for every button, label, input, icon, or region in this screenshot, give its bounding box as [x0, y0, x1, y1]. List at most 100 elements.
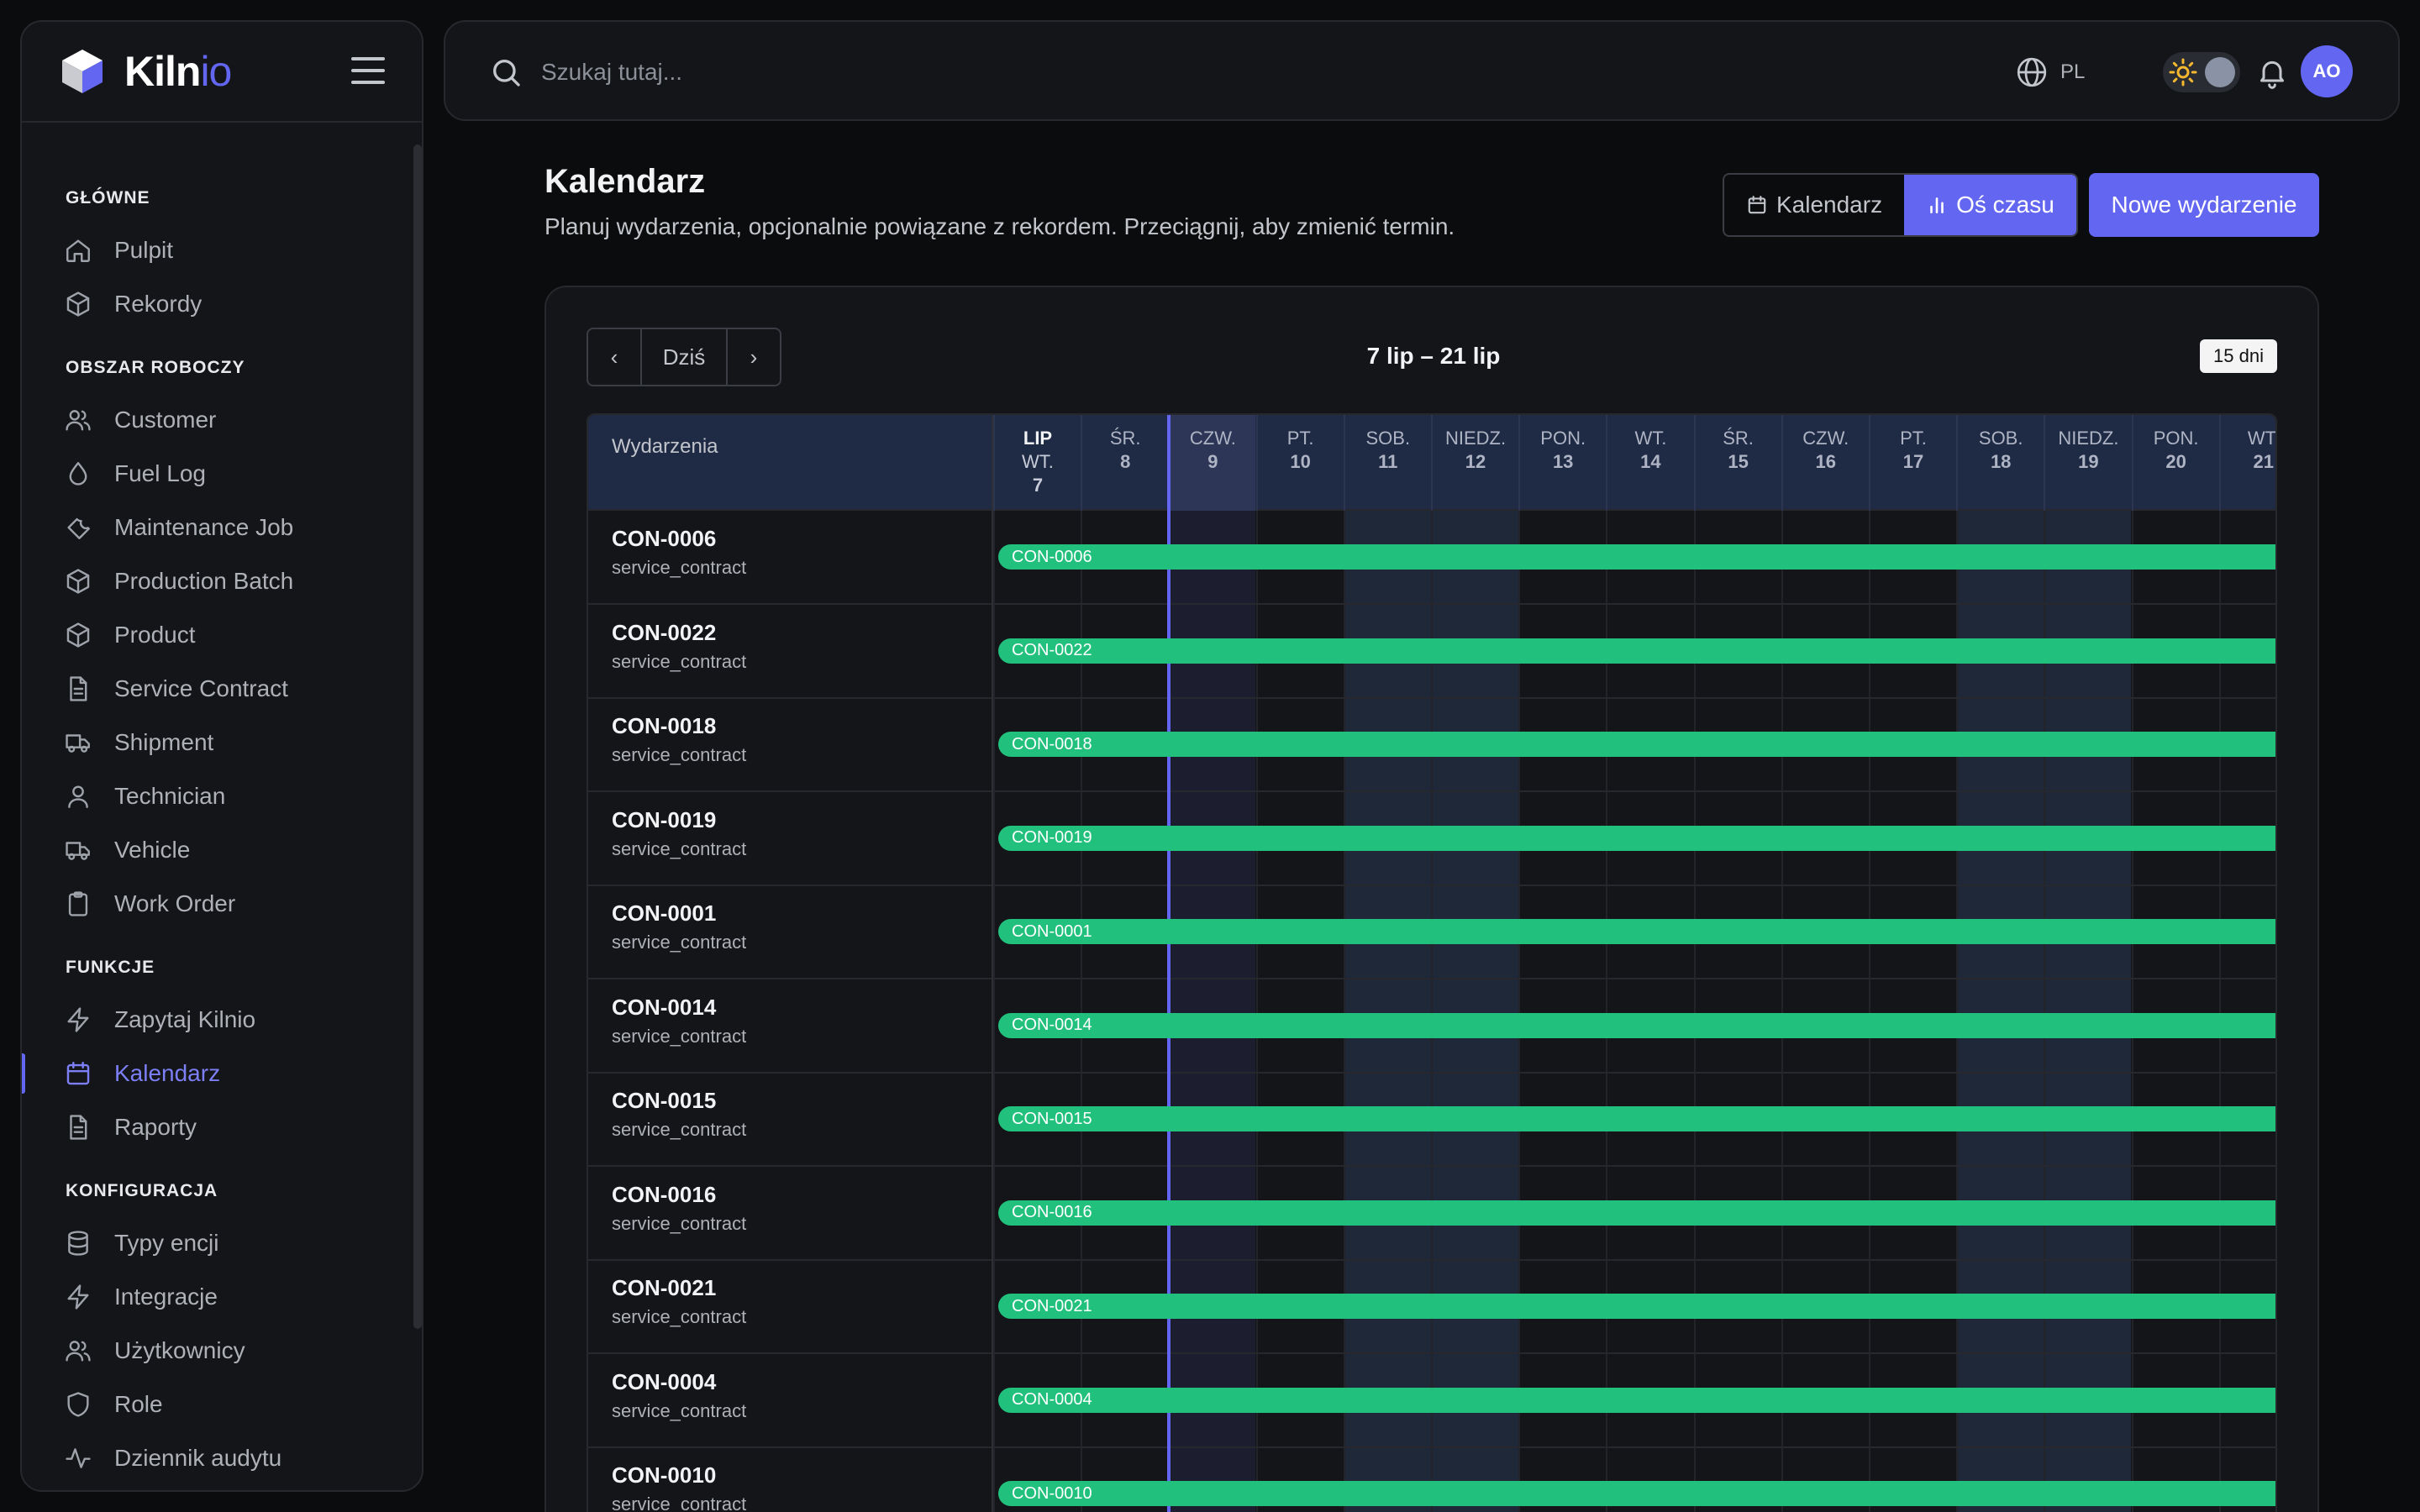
event-row-label[interactable]: CON-0006 service_contract: [612, 526, 746, 579]
event-row-label[interactable]: CON-0015 service_contract: [612, 1088, 746, 1141]
sun-icon: [2169, 58, 2197, 87]
event-row-label[interactable]: CON-0022 service_contract: [612, 620, 746, 673]
event-bar[interactable]: CON-0004: [998, 1387, 2275, 1413]
day-number-label: 12: [1465, 451, 1486, 472]
language-switcher[interactable]: PL: [2015, 55, 2085, 89]
event-row-label[interactable]: CON-0010 service_contract: [612, 1462, 746, 1512]
day-header[interactable]: LIP WT. 7: [993, 415, 1081, 511]
sidebar-item-label: Product: [114, 622, 196, 648]
brand-name[interactable]: Kilnio: [124, 47, 232, 96]
event-row-label[interactable]: CON-0004 service_contract: [612, 1369, 746, 1422]
event-bar-label: CON-0016: [1012, 1203, 1092, 1221]
sidebar-item-zapytaj-kilnio[interactable]: Zapytaj Kilnio: [22, 993, 408, 1047]
event-bar[interactable]: CON-0010: [998, 1481, 2275, 1506]
sidebar-item-technician[interactable]: Technician: [22, 769, 408, 823]
sidebar-item-production-batch[interactable]: Production Batch: [22, 554, 408, 608]
event-title: CON-0015: [612, 1088, 717, 1113]
day-header[interactable]: SOB. 18: [1956, 415, 2044, 511]
brand: Kilnio: [22, 22, 422, 123]
day-header[interactable]: CZW. 16: [1781, 415, 1869, 511]
sidebar-item-label: Work Order: [114, 890, 236, 916]
day-of-week-label: CZW.: [1802, 428, 1849, 449]
day-header[interactable]: CZW. 9: [1168, 415, 1256, 511]
event-bar[interactable]: CON-0021: [998, 1294, 2275, 1319]
file-text-icon: [70, 1115, 87, 1140]
search-input[interactable]: [541, 50, 1297, 94]
day-header[interactable]: ŚR. 15: [1693, 415, 1781, 511]
sidebar-item-shipment[interactable]: Shipment: [22, 716, 408, 769]
event-type: service_contract: [612, 1212, 747, 1234]
event-row-label[interactable]: CON-0021 service_contract: [612, 1275, 746, 1328]
sidebar-item-pulpit[interactable]: Pulpit: [22, 223, 408, 277]
calendar-view-button[interactable]: Kalendarz: [1724, 175, 1904, 235]
day-header[interactable]: PT. 17: [1869, 415, 1956, 511]
sidebar-item-integracje[interactable]: Integracje: [22, 1270, 408, 1324]
event-title: CON-0006: [612, 526, 717, 551]
sidebar-item-użytkownicy[interactable]: Użytkownicy: [22, 1324, 408, 1378]
sidebar-item-raporty[interactable]: Raporty: [22, 1100, 408, 1154]
day-header[interactable]: WT. 14: [1606, 415, 1693, 511]
sidebar-item-dziennik-audytu[interactable]: Dziennik audytu: [22, 1431, 408, 1485]
box-icon: [66, 622, 90, 648]
event-bar-label: CON-0019: [1012, 828, 1092, 847]
sidebar-item-work-order[interactable]: Work Order: [22, 877, 408, 931]
event-row-label[interactable]: CON-0016 service_contract: [612, 1182, 746, 1235]
sidebar-item-role[interactable]: Role: [22, 1378, 408, 1431]
sidebar-item-product[interactable]: Product: [22, 608, 408, 662]
event-row-label[interactable]: CON-0014 service_contract: [612, 995, 746, 1047]
avatar[interactable]: AO: [2301, 45, 2353, 97]
sidebar-item-kalendarz[interactable]: Kalendarz: [22, 1047, 408, 1100]
nav-section-header: OBSZAR ROBOCZY: [66, 358, 245, 377]
event-bar[interactable]: CON-0014: [998, 1012, 2275, 1038]
day-header[interactable]: WT. 21: [2218, 415, 2275, 511]
event-bar[interactable]: CON-0022: [998, 638, 2275, 664]
sidebar-item-maintenance-job[interactable]: Maintenance Job: [22, 501, 408, 554]
day-header[interactable]: PON. 13: [1518, 415, 1606, 511]
sidebar-item-vehicle[interactable]: Vehicle: [22, 823, 408, 877]
truck-icon: [66, 734, 90, 753]
events-column-header: Wydarzenia: [612, 435, 718, 458]
event-title: CON-0004: [612, 1368, 717, 1394]
prev-period-button[interactable]: ‹: [588, 329, 640, 385]
event-bar[interactable]: CON-0006: [998, 544, 2275, 570]
sidebar-item-fuel-log[interactable]: Fuel Log: [22, 447, 408, 501]
event-row-label[interactable]: CON-0019 service_contract: [612, 807, 746, 860]
home-icon: [66, 239, 90, 262]
event-bar[interactable]: CON-0019: [998, 825, 2275, 851]
day-number-label: 16: [1815, 451, 1837, 472]
day-header[interactable]: SOB. 11: [1343, 415, 1431, 511]
sidebar-item-label: Zapytaj Kilnio: [114, 1006, 256, 1032]
new-event-button[interactable]: Nowe wydarzenie: [2089, 173, 2319, 237]
day-header[interactable]: ŚR. 8: [1081, 415, 1168, 511]
timeline-view-button[interactable]: Oś czasu: [1904, 175, 2076, 235]
event-row-label[interactable]: CON-0001 service_contract: [612, 900, 746, 953]
next-period-button[interactable]: ›: [728, 329, 780, 385]
day-header[interactable]: PT. 10: [1255, 415, 1344, 511]
hamburger-menu-icon[interactable]: [351, 57, 385, 84]
event-title: CON-0016: [612, 1181, 717, 1207]
sidebar-scrollbar[interactable]: [413, 144, 422, 1329]
event-bar-label: CON-0015: [1012, 1109, 1092, 1128]
sidebar-item-customer[interactable]: Customer: [22, 393, 408, 447]
event-bar[interactable]: CON-0016: [998, 1200, 2275, 1226]
view-switcher: Kalendarz Oś czasu: [1723, 173, 2078, 237]
event-title: CON-0018: [612, 713, 717, 738]
event-title: CON-0021: [612, 1275, 717, 1300]
event-bar[interactable]: CON-0015: [998, 1106, 2275, 1131]
event-bar[interactable]: CON-0001: [998, 919, 2275, 944]
today-button[interactable]: Dziś: [640, 329, 728, 385]
sidebar-item-label: Role: [114, 1391, 163, 1417]
theme-toggle[interactable]: [2163, 52, 2240, 92]
day-of-week-label: ŚR.: [1109, 428, 1141, 449]
sidebar-item-rekordy[interactable]: Rekordy: [22, 277, 408, 331]
zap-icon: [67, 1007, 89, 1032]
day-header[interactable]: NIEDZ. 12: [1431, 415, 1518, 511]
bell-icon[interactable]: [2255, 55, 2289, 89]
day-header[interactable]: PON. 20: [2131, 415, 2219, 511]
event-row-label[interactable]: CON-0018 service_contract: [612, 713, 746, 766]
day-header[interactable]: NIEDZ. 19: [2044, 415, 2131, 511]
day-number-label: 21: [2253, 451, 2275, 472]
event-bar[interactable]: CON-0018: [998, 732, 2275, 757]
sidebar-item-service-contract[interactable]: Service Contract: [22, 662, 408, 716]
sidebar-item-typy-encji[interactable]: Typy encji: [22, 1216, 408, 1270]
